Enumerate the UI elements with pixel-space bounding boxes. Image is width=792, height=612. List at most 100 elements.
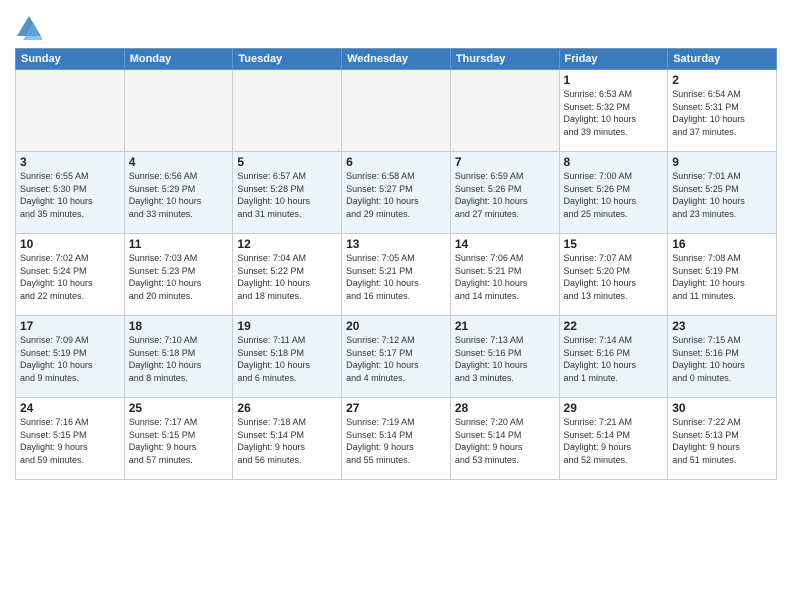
- day-number: 11: [129, 237, 229, 251]
- calendar-cell: 8Sunrise: 7:00 AM Sunset: 5:26 PM Daylig…: [559, 152, 668, 234]
- day-info: Sunrise: 6:55 AM Sunset: 5:30 PM Dayligh…: [20, 170, 120, 220]
- day-info: Sunrise: 7:13 AM Sunset: 5:16 PM Dayligh…: [455, 334, 555, 384]
- day-info: Sunrise: 6:57 AM Sunset: 5:28 PM Dayligh…: [237, 170, 337, 220]
- day-info: Sunrise: 6:59 AM Sunset: 5:26 PM Dayligh…: [455, 170, 555, 220]
- day-info: Sunrise: 7:01 AM Sunset: 5:25 PM Dayligh…: [672, 170, 772, 220]
- day-info: Sunrise: 7:07 AM Sunset: 5:20 PM Dayligh…: [564, 252, 664, 302]
- calendar-cell: 19Sunrise: 7:11 AM Sunset: 5:18 PM Dayli…: [233, 316, 342, 398]
- day-info: Sunrise: 7:04 AM Sunset: 5:22 PM Dayligh…: [237, 252, 337, 302]
- day-info: Sunrise: 7:06 AM Sunset: 5:21 PM Dayligh…: [455, 252, 555, 302]
- weekday-saturday: Saturday: [668, 49, 777, 70]
- day-info: Sunrise: 6:58 AM Sunset: 5:27 PM Dayligh…: [346, 170, 446, 220]
- calendar-cell: 13Sunrise: 7:05 AM Sunset: 5:21 PM Dayli…: [342, 234, 451, 316]
- day-info: Sunrise: 7:10 AM Sunset: 5:18 PM Dayligh…: [129, 334, 229, 384]
- logo-icon: [15, 14, 43, 42]
- day-number: 23: [672, 319, 772, 333]
- calendar-cell: [342, 70, 451, 152]
- week-row-3: 10Sunrise: 7:02 AM Sunset: 5:24 PM Dayli…: [16, 234, 777, 316]
- day-number: 10: [20, 237, 120, 251]
- calendar-cell: 4Sunrise: 6:56 AM Sunset: 5:29 PM Daylig…: [124, 152, 233, 234]
- day-info: Sunrise: 6:53 AM Sunset: 5:32 PM Dayligh…: [564, 88, 664, 138]
- calendar-cell: 17Sunrise: 7:09 AM Sunset: 5:19 PM Dayli…: [16, 316, 125, 398]
- week-row-1: 1Sunrise: 6:53 AM Sunset: 5:32 PM Daylig…: [16, 70, 777, 152]
- calendar-cell: 27Sunrise: 7:19 AM Sunset: 5:14 PM Dayli…: [342, 398, 451, 480]
- day-info: Sunrise: 7:17 AM Sunset: 5:15 PM Dayligh…: [129, 416, 229, 466]
- day-number: 9: [672, 155, 772, 169]
- day-number: 20: [346, 319, 446, 333]
- calendar-cell: 25Sunrise: 7:17 AM Sunset: 5:15 PM Dayli…: [124, 398, 233, 480]
- calendar-cell: 11Sunrise: 7:03 AM Sunset: 5:23 PM Dayli…: [124, 234, 233, 316]
- day-number: 7: [455, 155, 555, 169]
- day-number: 27: [346, 401, 446, 415]
- weekday-friday: Friday: [559, 49, 668, 70]
- calendar-cell: 1Sunrise: 6:53 AM Sunset: 5:32 PM Daylig…: [559, 70, 668, 152]
- page-container: SundayMondayTuesdayWednesdayThursdayFrid…: [0, 0, 792, 612]
- calendar-cell: 24Sunrise: 7:16 AM Sunset: 5:15 PM Dayli…: [16, 398, 125, 480]
- day-number: 1: [564, 73, 664, 87]
- day-info: Sunrise: 7:12 AM Sunset: 5:17 PM Dayligh…: [346, 334, 446, 384]
- weekday-header-row: SundayMondayTuesdayWednesdayThursdayFrid…: [16, 49, 777, 70]
- day-number: 18: [129, 319, 229, 333]
- day-info: Sunrise: 7:22 AM Sunset: 5:13 PM Dayligh…: [672, 416, 772, 466]
- calendar-cell: 26Sunrise: 7:18 AM Sunset: 5:14 PM Dayli…: [233, 398, 342, 480]
- day-info: Sunrise: 7:03 AM Sunset: 5:23 PM Dayligh…: [129, 252, 229, 302]
- day-info: Sunrise: 7:09 AM Sunset: 5:19 PM Dayligh…: [20, 334, 120, 384]
- day-number: 26: [237, 401, 337, 415]
- day-number: 8: [564, 155, 664, 169]
- calendar-cell: 20Sunrise: 7:12 AM Sunset: 5:17 PM Dayli…: [342, 316, 451, 398]
- calendar-cell: 9Sunrise: 7:01 AM Sunset: 5:25 PM Daylig…: [668, 152, 777, 234]
- day-number: 17: [20, 319, 120, 333]
- calendar-cell: 6Sunrise: 6:58 AM Sunset: 5:27 PM Daylig…: [342, 152, 451, 234]
- day-info: Sunrise: 7:02 AM Sunset: 5:24 PM Dayligh…: [20, 252, 120, 302]
- week-row-5: 24Sunrise: 7:16 AM Sunset: 5:15 PM Dayli…: [16, 398, 777, 480]
- day-info: Sunrise: 7:00 AM Sunset: 5:26 PM Dayligh…: [564, 170, 664, 220]
- calendar-cell: 10Sunrise: 7:02 AM Sunset: 5:24 PM Dayli…: [16, 234, 125, 316]
- day-info: Sunrise: 6:56 AM Sunset: 5:29 PM Dayligh…: [129, 170, 229, 220]
- day-info: Sunrise: 7:14 AM Sunset: 5:16 PM Dayligh…: [564, 334, 664, 384]
- day-info: Sunrise: 6:54 AM Sunset: 5:31 PM Dayligh…: [672, 88, 772, 138]
- calendar-cell: [16, 70, 125, 152]
- day-number: 6: [346, 155, 446, 169]
- day-number: 3: [20, 155, 120, 169]
- header: [15, 10, 777, 42]
- calendar-cell: 12Sunrise: 7:04 AM Sunset: 5:22 PM Dayli…: [233, 234, 342, 316]
- day-info: Sunrise: 7:05 AM Sunset: 5:21 PM Dayligh…: [346, 252, 446, 302]
- calendar-cell: 29Sunrise: 7:21 AM Sunset: 5:14 PM Dayli…: [559, 398, 668, 480]
- calendar-cell: [450, 70, 559, 152]
- calendar-cell: 14Sunrise: 7:06 AM Sunset: 5:21 PM Dayli…: [450, 234, 559, 316]
- day-number: 5: [237, 155, 337, 169]
- weekday-tuesday: Tuesday: [233, 49, 342, 70]
- calendar-cell: 30Sunrise: 7:22 AM Sunset: 5:13 PM Dayli…: [668, 398, 777, 480]
- calendar-cell: [124, 70, 233, 152]
- calendar-cell: 15Sunrise: 7:07 AM Sunset: 5:20 PM Dayli…: [559, 234, 668, 316]
- day-number: 25: [129, 401, 229, 415]
- day-info: Sunrise: 7:15 AM Sunset: 5:16 PM Dayligh…: [672, 334, 772, 384]
- calendar-cell: 16Sunrise: 7:08 AM Sunset: 5:19 PM Dayli…: [668, 234, 777, 316]
- day-number: 16: [672, 237, 772, 251]
- day-number: 21: [455, 319, 555, 333]
- calendar-cell: 22Sunrise: 7:14 AM Sunset: 5:16 PM Dayli…: [559, 316, 668, 398]
- calendar: SundayMondayTuesdayWednesdayThursdayFrid…: [15, 48, 777, 480]
- calendar-cell: 3Sunrise: 6:55 AM Sunset: 5:30 PM Daylig…: [16, 152, 125, 234]
- day-info: Sunrise: 7:16 AM Sunset: 5:15 PM Dayligh…: [20, 416, 120, 466]
- calendar-cell: 5Sunrise: 6:57 AM Sunset: 5:28 PM Daylig…: [233, 152, 342, 234]
- day-number: 19: [237, 319, 337, 333]
- day-number: 24: [20, 401, 120, 415]
- day-number: 22: [564, 319, 664, 333]
- week-row-2: 3Sunrise: 6:55 AM Sunset: 5:30 PM Daylig…: [16, 152, 777, 234]
- day-number: 30: [672, 401, 772, 415]
- day-info: Sunrise: 7:19 AM Sunset: 5:14 PM Dayligh…: [346, 416, 446, 466]
- day-info: Sunrise: 7:11 AM Sunset: 5:18 PM Dayligh…: [237, 334, 337, 384]
- day-number: 28: [455, 401, 555, 415]
- weekday-sunday: Sunday: [16, 49, 125, 70]
- day-info: Sunrise: 7:20 AM Sunset: 5:14 PM Dayligh…: [455, 416, 555, 466]
- weekday-wednesday: Wednesday: [342, 49, 451, 70]
- calendar-cell: 21Sunrise: 7:13 AM Sunset: 5:16 PM Dayli…: [450, 316, 559, 398]
- calendar-cell: 2Sunrise: 6:54 AM Sunset: 5:31 PM Daylig…: [668, 70, 777, 152]
- weekday-thursday: Thursday: [450, 49, 559, 70]
- day-number: 13: [346, 237, 446, 251]
- day-info: Sunrise: 7:18 AM Sunset: 5:14 PM Dayligh…: [237, 416, 337, 466]
- week-row-4: 17Sunrise: 7:09 AM Sunset: 5:19 PM Dayli…: [16, 316, 777, 398]
- logo: [15, 14, 46, 42]
- day-number: 29: [564, 401, 664, 415]
